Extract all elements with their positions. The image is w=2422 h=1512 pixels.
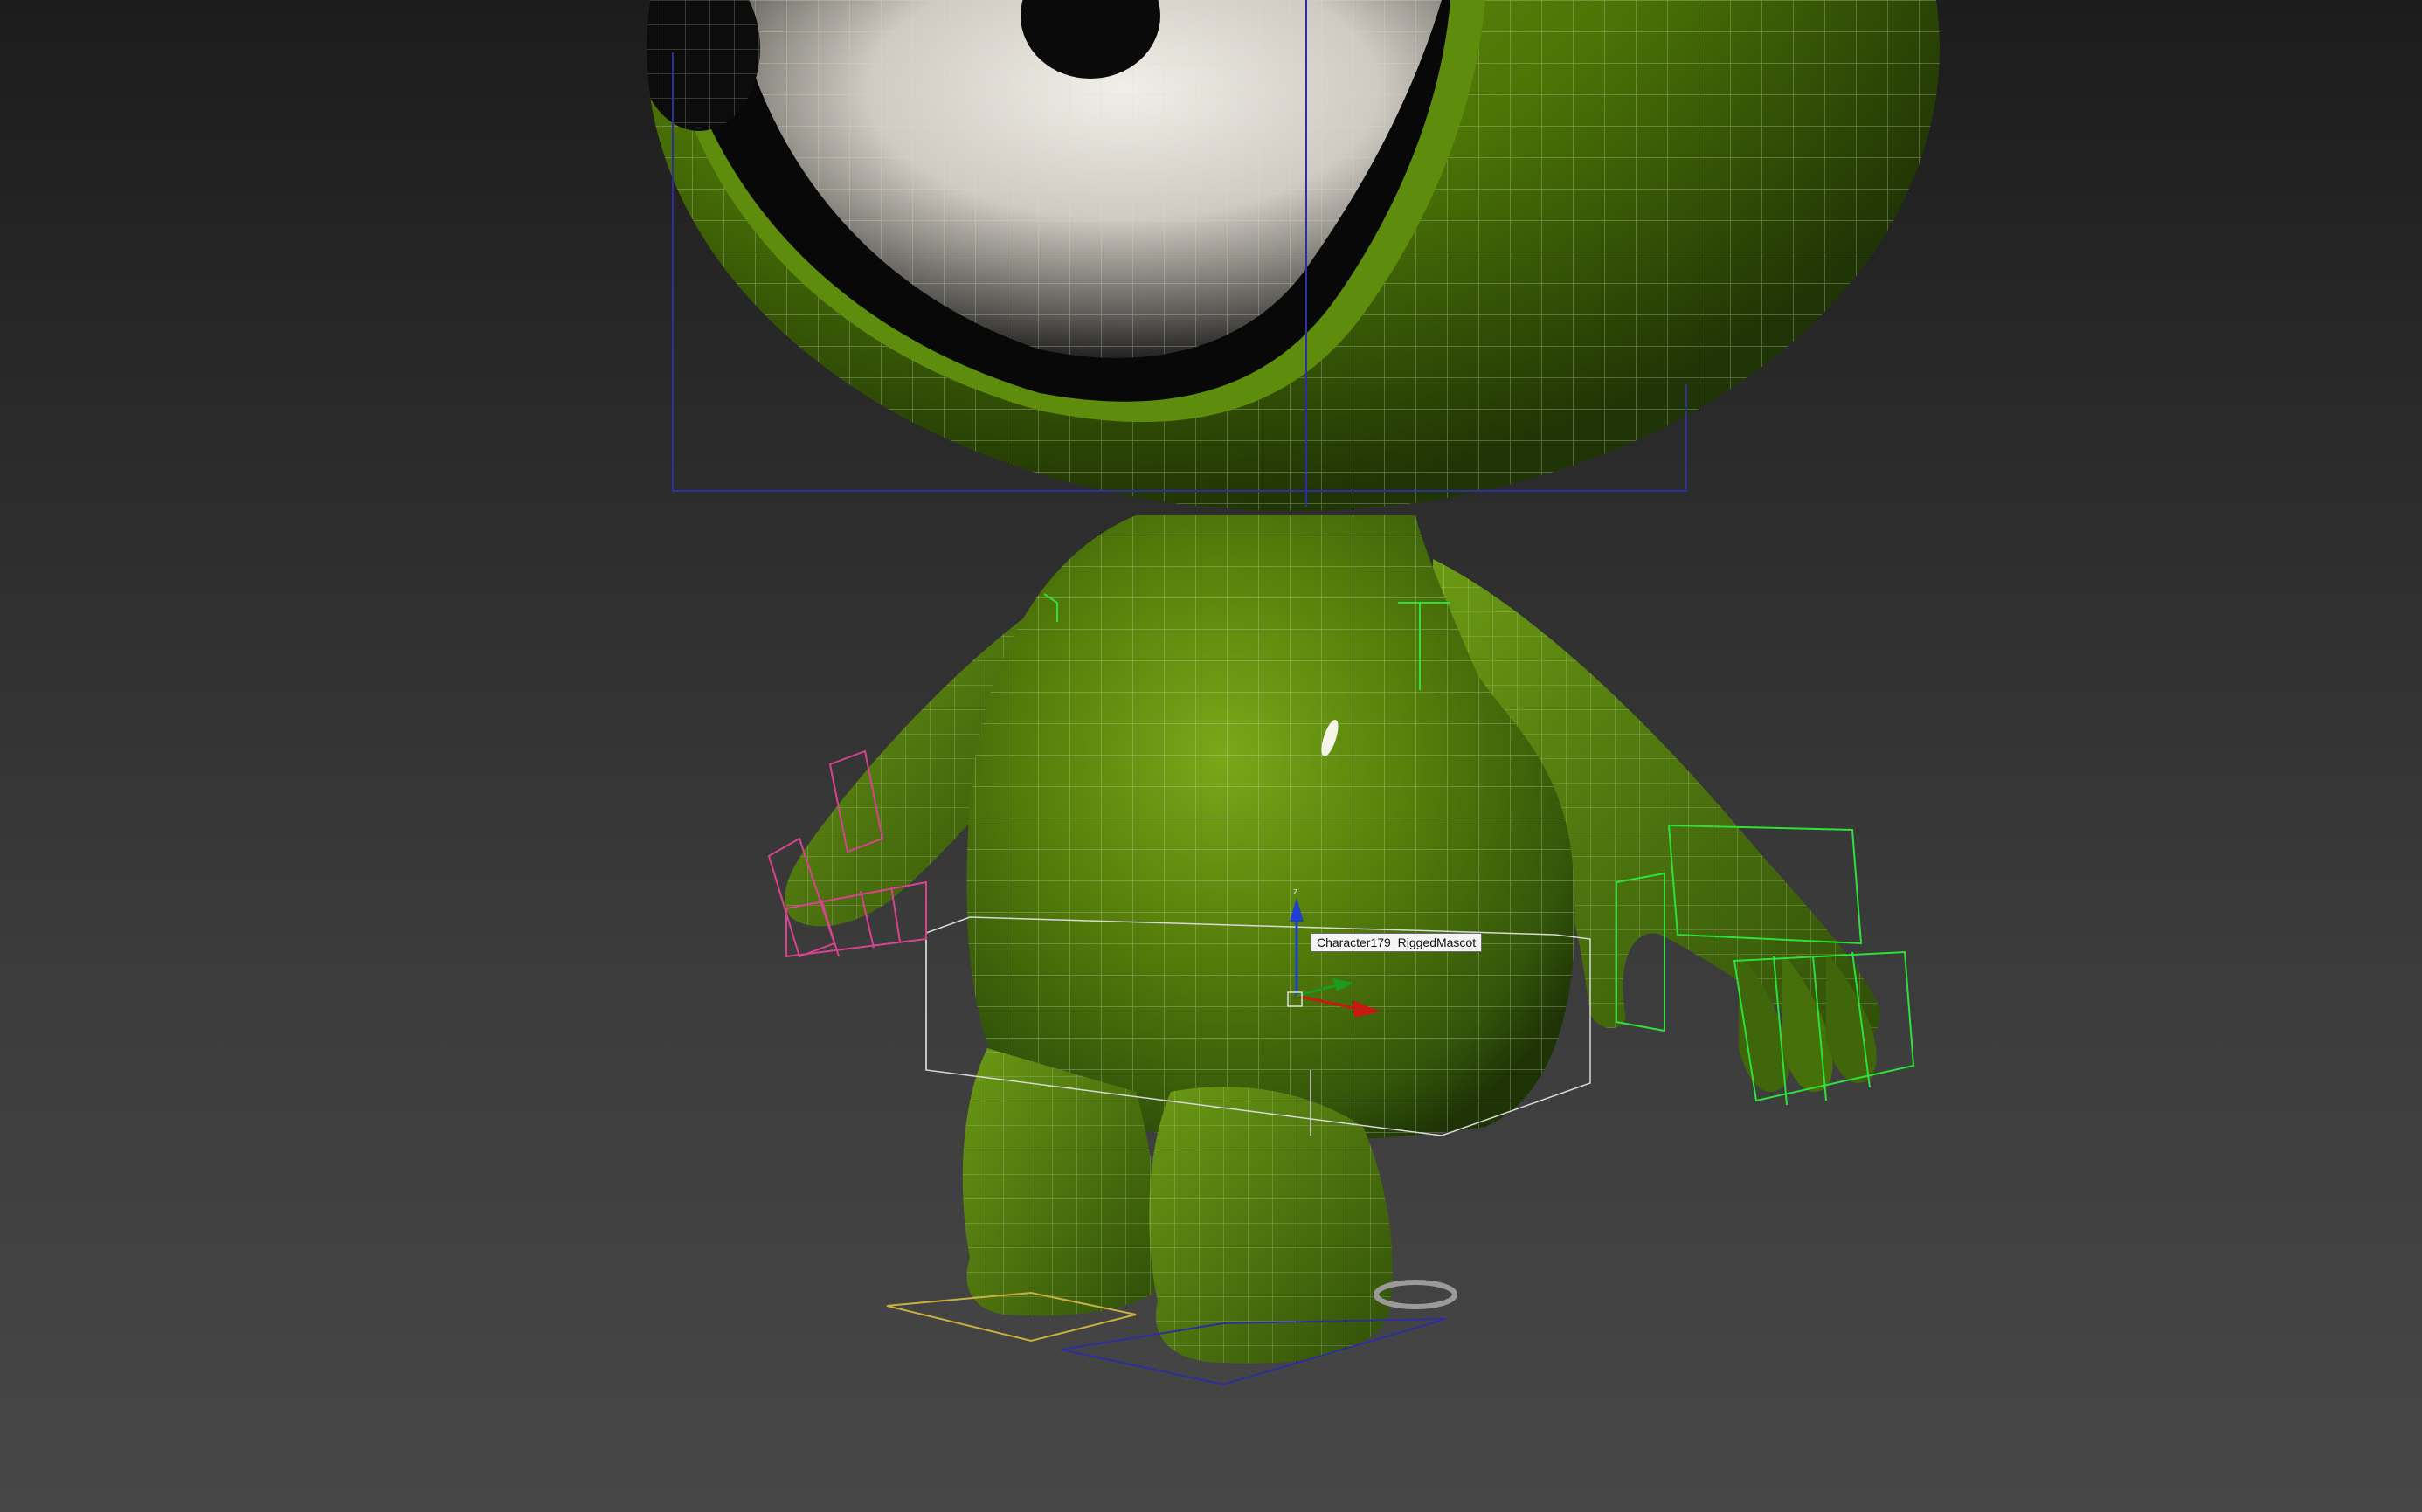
- gizmo-z-label: z: [1293, 887, 1298, 897]
- selected-object-label: Character179_RiggedMascot: [1311, 933, 1483, 952]
- 3d-viewport[interactable]: z Character179_RiggedMascot: [0, 0, 2422, 1512]
- mascot-head-mesh[interactable]: [638, 0, 1940, 511]
- viewport-scene[interactable]: z: [0, 0, 2422, 1512]
